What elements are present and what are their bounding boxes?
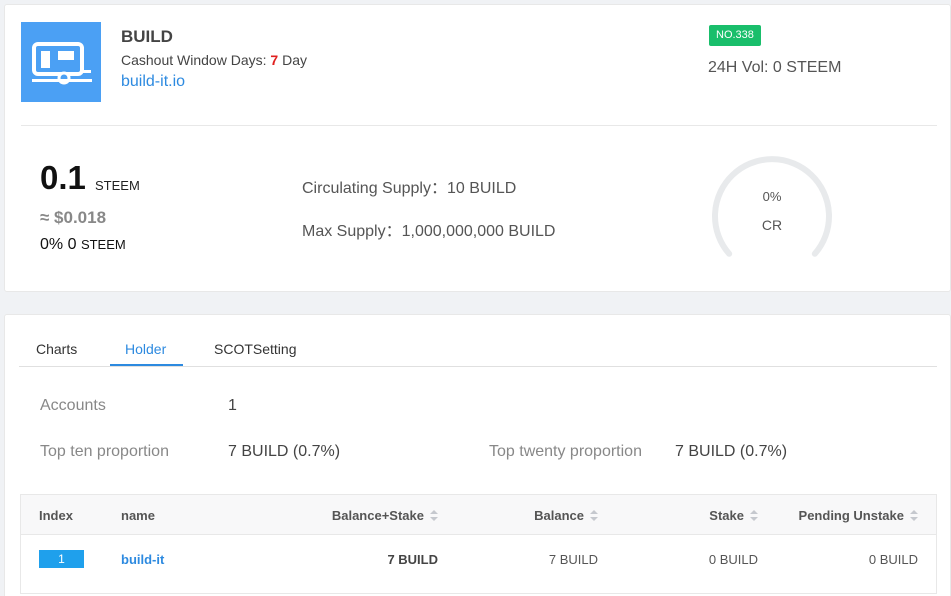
- sort-icon[interactable]: [750, 509, 758, 522]
- tab-charts[interactable]: Charts: [36, 341, 77, 357]
- cr-gauge: [712, 156, 832, 257]
- token-summary-card: BUILD Cashout Window Days: 7 Day build-i…: [4, 4, 951, 292]
- price-value: 0.1: [40, 159, 86, 196]
- col-balance[interactable]: Balance: [534, 508, 598, 523]
- cashout-window: Cashout Window Days: 7 Day: [121, 52, 307, 68]
- camper-trailer-icon: [32, 42, 92, 85]
- volume-24h: 24H Vol: 0 STEEM: [708, 59, 842, 76]
- sort-icon[interactable]: [430, 509, 438, 522]
- holder-name-link[interactable]: build-it: [121, 552, 164, 567]
- col-stake[interactable]: Stake: [709, 508, 758, 523]
- top-twenty-value: 7 BUILD (0.7%): [675, 443, 788, 460]
- gauge-percent: 0%: [762, 189, 782, 204]
- accounts-value: 1: [228, 397, 237, 414]
- gauge-label: CR: [761, 217, 783, 233]
- rank-badge: NO.338: [709, 25, 761, 46]
- circulating-supply: Circulating Supply：10 BUILD: [302, 180, 517, 197]
- tab-scotsetting[interactable]: SCOTSetting: [214, 341, 296, 357]
- index-badge: 1: [39, 550, 84, 568]
- price-unit: STEEM: [95, 178, 140, 193]
- price-change: 0% 0 STEEM: [40, 236, 126, 253]
- top-twenty-label: Top twenty proportion: [489, 443, 642, 460]
- tab-holder[interactable]: Holder: [125, 341, 166, 357]
- cell-balance: 7 BUILD: [548, 552, 598, 567]
- sort-icon[interactable]: [910, 509, 918, 522]
- token-logo: [21, 22, 101, 102]
- top-ten-label: Top ten proportion: [40, 443, 169, 460]
- price-usd: ≈ $0.018: [40, 208, 107, 227]
- holder-table: Index name Balance+Stake Balance Stake P…: [20, 494, 937, 594]
- max-supply: Max Supply：1,000,000,000 BUILD: [302, 223, 556, 240]
- cell-pending-unstake: 0 BUILD: [868, 552, 918, 567]
- website-link[interactable]: build-it.io: [121, 73, 185, 91]
- cell-balance-stake: 7 BUILD: [387, 552, 438, 567]
- sort-icon[interactable]: [590, 509, 598, 522]
- token-name: BUILD: [121, 27, 173, 46]
- tab-bar: Charts Holder SCOTSetting: [19, 337, 937, 367]
- accounts-label: Accounts: [40, 397, 106, 414]
- col-pending-unstake[interactable]: Pending Unstake: [799, 508, 918, 523]
- divider: [21, 125, 937, 126]
- cell-stake: 0 BUILD: [708, 552, 758, 567]
- holder-card: Charts Holder SCOTSetting Accounts 1 Top…: [4, 314, 951, 596]
- top-ten-value: 7 BUILD (0.7%): [228, 443, 341, 460]
- col-index: Index: [39, 508, 73, 523]
- table-header: Index name Balance+Stake Balance Stake P…: [21, 495, 936, 535]
- active-tab-indicator: [110, 364, 183, 366]
- col-name: name: [121, 508, 155, 523]
- col-balance-stake[interactable]: Balance+Stake: [332, 508, 438, 523]
